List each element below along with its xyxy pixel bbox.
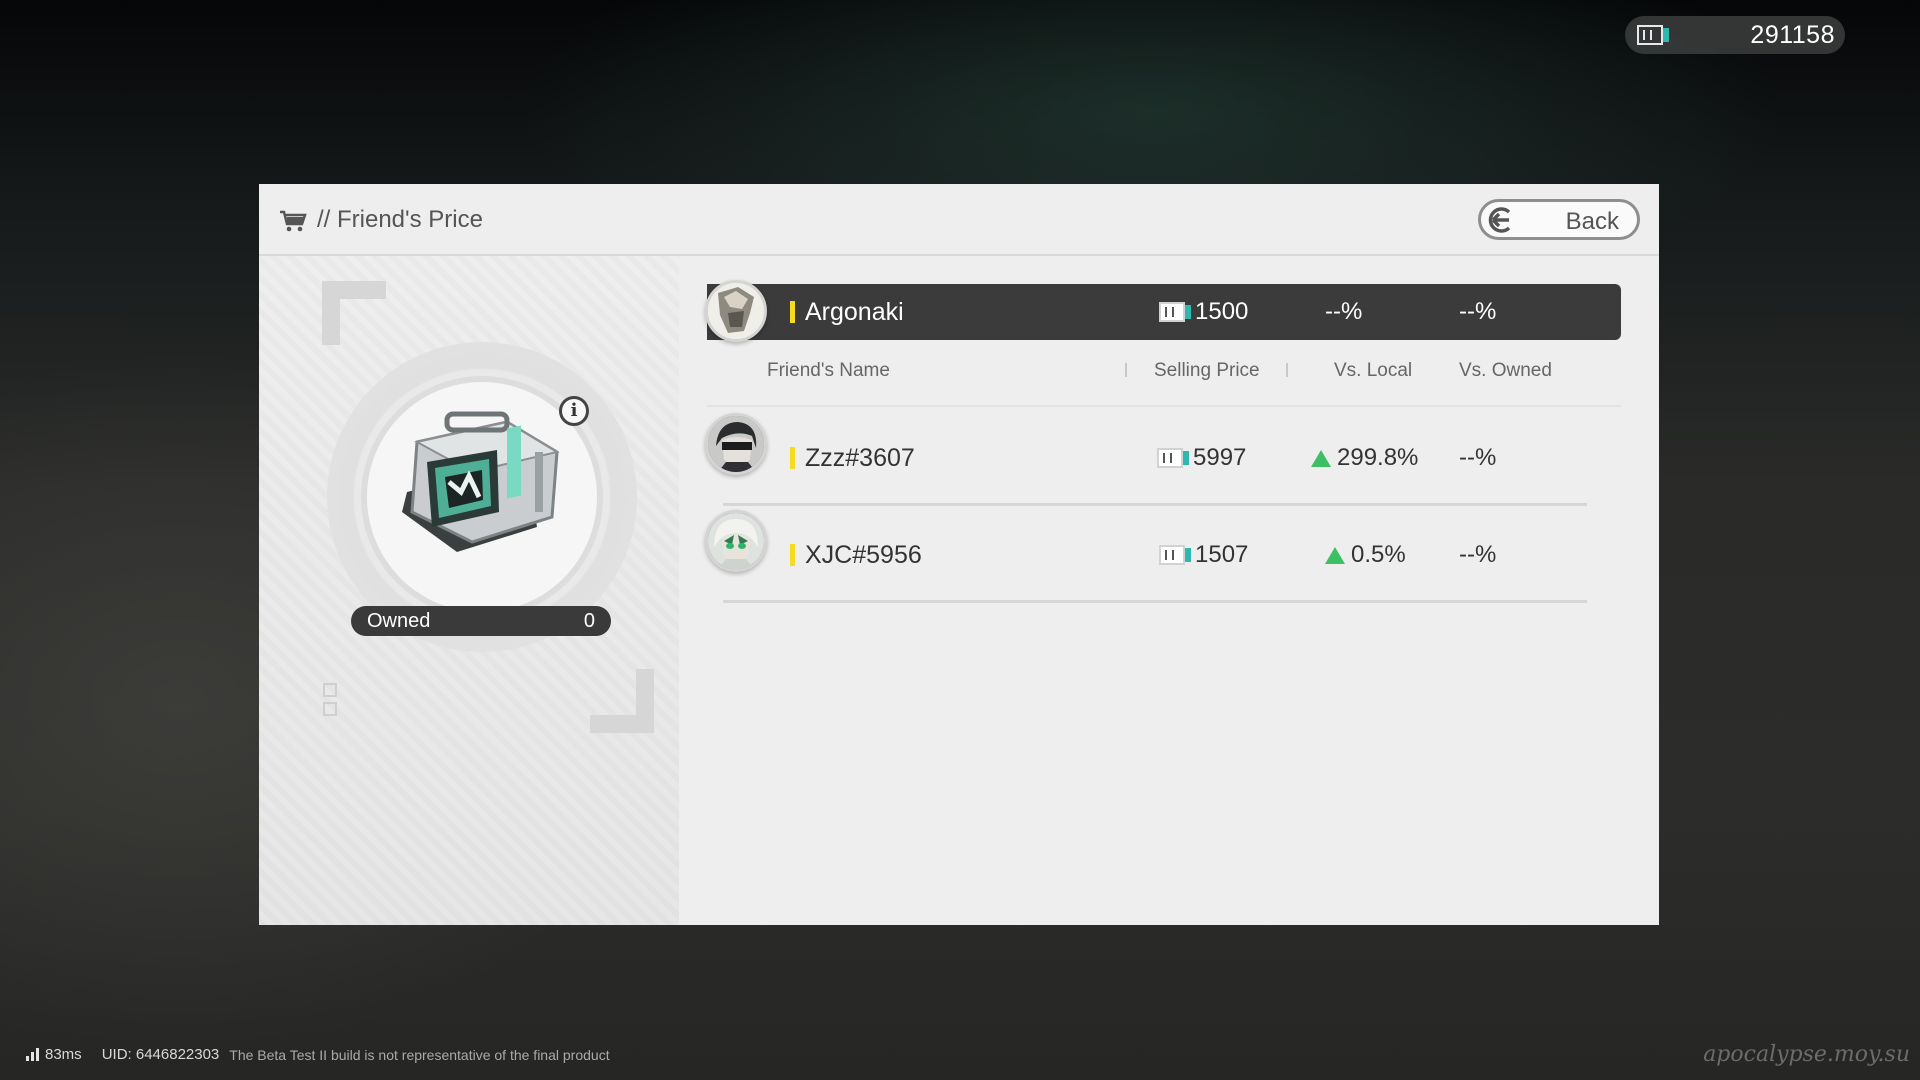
frame-corner-top-left: [322, 281, 386, 345]
currency-battery-icon: [1637, 25, 1669, 45]
name-marker: [790, 301, 795, 323]
currency-display: 291158: [1625, 16, 1845, 54]
up-arrow-icon: [1325, 546, 1345, 564]
owned-label: Owned: [367, 609, 431, 632]
page-title: // Friend's Price: [317, 206, 483, 233]
vs-owned-value: --%: [1459, 298, 1497, 325]
column-separator: [1286, 363, 1288, 377]
price-value: 1507: [1195, 541, 1249, 568]
panel-header: // Friend's Price Back: [259, 184, 1659, 256]
name-marker: [790, 544, 795, 566]
signal-icon: [26, 1048, 39, 1061]
row-divider: [723, 600, 1587, 603]
frame-corner-bottom-right: [590, 669, 654, 733]
item-display: i Owned 0: [259, 256, 679, 925]
vs-local-text: 0.5%: [1351, 541, 1406, 568]
frame-square: [323, 702, 337, 716]
price-value: 1500: [1195, 298, 1249, 325]
vs-local-text: 299.8%: [1337, 444, 1419, 471]
column-separator: [1125, 363, 1127, 377]
vs-local-value: 299.8%: [1311, 444, 1418, 472]
up-arrow-icon: [1311, 449, 1331, 467]
selling-price: 1500: [1159, 298, 1248, 326]
table-row[interactable]: Zzz#3607 5997 299.8% --%: [705, 410, 1587, 506]
owned-count: 0: [583, 609, 595, 632]
avatar: [705, 510, 767, 572]
status-footer: 83ms UID: 6446822303 The Beta Test II bu…: [26, 1046, 610, 1063]
info-button[interactable]: i: [559, 396, 589, 426]
back-arrow-icon: [1488, 207, 1511, 233]
currency-battery-icon: [1157, 448, 1189, 468]
table-row[interactable]: XJC#5956 1507 0.5% --%: [705, 507, 1587, 603]
owned-bar: Owned 0: [351, 606, 611, 636]
selling-price: 1507: [1159, 541, 1248, 569]
column-header-price: Selling Price: [1154, 360, 1260, 381]
row-divider: [723, 503, 1587, 506]
vs-owned-value: --%: [1459, 444, 1497, 471]
beta-notice: The Beta Test II build is not representa…: [229, 1046, 610, 1063]
frame-square: [323, 683, 337, 697]
avatar: [705, 413, 767, 475]
cart-icon: [280, 210, 307, 232]
friends-price-panel: // Friend's Price Back i Owned 0 Argonak…: [259, 184, 1659, 925]
currency-battery-icon: [1159, 545, 1191, 565]
uid-text: UID: 6446822303: [101, 1046, 220, 1063]
back-label: Back: [1565, 208, 1619, 235]
column-header-vs-local: Vs. Local: [1334, 360, 1413, 381]
ping-value: 83ms: [45, 1046, 82, 1063]
name-marker: [790, 447, 795, 469]
currency-battery-icon: [1159, 302, 1191, 322]
friend-name: XJC#5956: [805, 541, 922, 569]
self-price-row: Argonaki 1500 --% --%: [705, 280, 1621, 342]
column-header-name: Friend's Name: [767, 360, 890, 381]
header-divider: [707, 405, 1621, 407]
item-crate-image: [402, 411, 560, 552]
friend-name: Zzz#3607: [805, 444, 915, 472]
avatar: [705, 280, 767, 342]
price-value: 5997: [1193, 444, 1247, 471]
currency-amount: 291158: [1750, 20, 1835, 49]
friend-name: Argonaki: [805, 298, 904, 326]
back-button[interactable]: Back: [1478, 199, 1640, 240]
vs-local-value: --%: [1325, 298, 1363, 325]
vs-owned-value: --%: [1459, 541, 1497, 568]
vs-local-value: 0.5%: [1325, 541, 1406, 569]
watermark: apocalypse.moy.su: [1703, 1042, 1910, 1067]
selling-price: 5997: [1157, 444, 1246, 472]
column-header-vs-owned: Vs. Owned: [1459, 360, 1552, 381]
